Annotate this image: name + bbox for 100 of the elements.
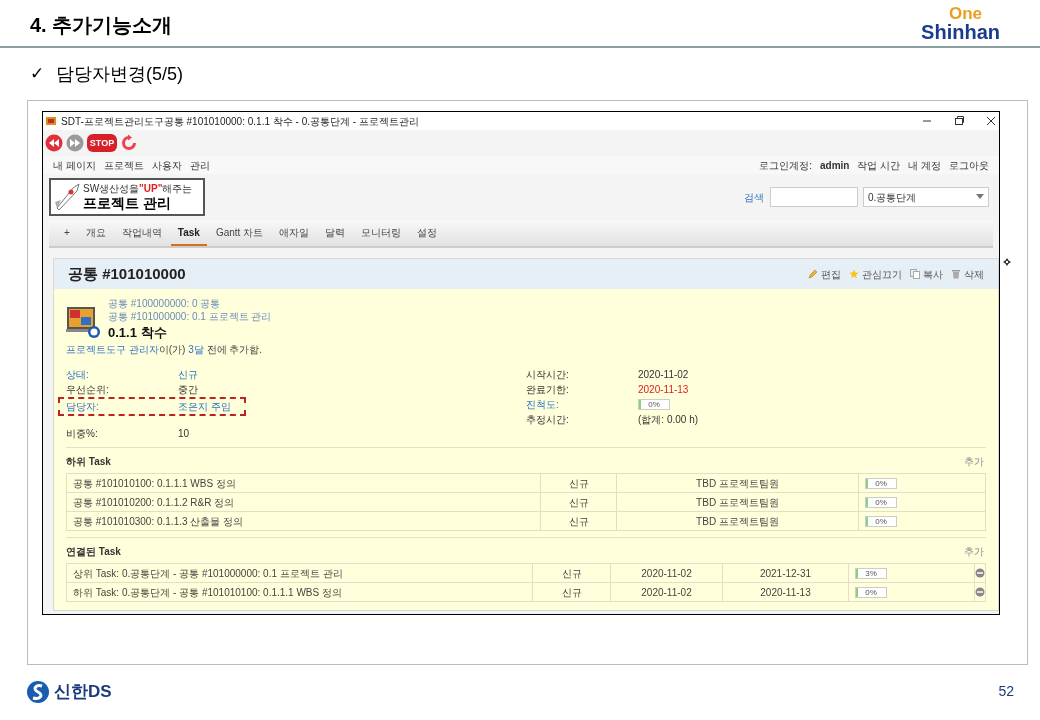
stop-button[interactable]: STOP (87, 134, 117, 152)
table-cell: 신규 (541, 512, 617, 530)
added-text: 전에 추가함. (205, 344, 263, 355)
task-link[interactable]: 하위 Task: 0.공통단계 - 공통 #101010100: 0.1.1.1 WBS 정의 (67, 583, 533, 601)
field-label: 추정시간: (526, 413, 570, 427)
task-subject: 0.1.1 착수 (108, 324, 168, 342)
field-label: 우선순위: (66, 383, 110, 397)
pencil-icon (808, 269, 818, 279)
progress-text: 3% (864, 568, 878, 578)
close-icon (985, 115, 997, 127)
table-cell: 2020-11-02 (611, 583, 723, 601)
field-value: (합계: 0.00 h) (638, 413, 699, 427)
tab[interactable]: 작업내역 (114, 220, 169, 246)
tab[interactable]: Task (170, 220, 207, 246)
table-cell: TBD 프로젝트팀원 (617, 493, 859, 511)
table-cell: 신규 (541, 474, 617, 492)
age-link[interactable]: 3달 (188, 344, 204, 355)
field-label: 담당자: (66, 400, 100, 414)
rewind-button-icon[interactable] (45, 134, 63, 152)
slide-subtitle: 담당자변경(5/5) (56, 62, 183, 86)
field-value: 중간 (178, 383, 198, 397)
parent-task-link[interactable]: 공통 #100000000: 0 공통 (108, 297, 272, 310)
table-cell: TBD 프로젝트팀원 (617, 474, 859, 492)
issue-heading: 공통 #101010000 (68, 263, 187, 284)
field-label: 비중%: (66, 427, 99, 441)
progress-text: 0% (874, 478, 888, 488)
value-link[interactable]: 조은지 주임 (178, 399, 231, 414)
tab[interactable]: Gantt 차트 (208, 220, 271, 246)
action-link[interactable]: 삭제 (964, 266, 984, 282)
task-link[interactable]: 공통 #101010100: 0.1.1.1 WBS 정의 (67, 474, 541, 492)
search-label: 검색 (744, 190, 764, 205)
author-link[interactable]: 프로젝트도구 관리자 (66, 344, 159, 355)
action-link[interactable]: 편집 (821, 266, 841, 282)
table-cell: 신규 (541, 493, 617, 511)
section-title: 하위 Task (66, 455, 111, 469)
action-link[interactable]: 복사 (923, 266, 943, 282)
tab[interactable]: 모니터링 (354, 220, 409, 246)
logo-title: 프로젝트 관리 (83, 196, 172, 210)
field-label: 진척도: (526, 398, 560, 412)
shinhan-emblem-icon (26, 679, 50, 704)
progress-text: 0% (874, 497, 888, 507)
progress-text: 0% (647, 400, 661, 409)
field-label: 시작시간: (526, 368, 570, 382)
table-cell: 2021-12-31 (723, 564, 849, 582)
add-link[interactable]: 추가 (964, 454, 984, 469)
page-number: 52 (998, 682, 1014, 702)
field-value: 2020-11-02 (638, 368, 689, 382)
action-link[interactable]: 관심끄기 (862, 266, 902, 282)
field-value: 2020-11-13 (638, 383, 689, 397)
account-link[interactable]: 내 계정 (908, 157, 941, 173)
tab[interactable]: 달력 (318, 220, 353, 246)
dropdown-caret-icon (976, 194, 984, 200)
menu-link[interactable]: 관리 (189, 157, 210, 173)
maximize-icon (953, 115, 965, 127)
brand-bottom-text: Shinhan (921, 22, 1000, 42)
field-label: 상태: (66, 368, 90, 382)
progress-text: 0% (874, 516, 888, 526)
check-mark: ✓ (30, 63, 44, 86)
table-cell: 신규 (533, 583, 611, 601)
tab[interactable]: 애자일 (272, 220, 317, 246)
logo-tagline: SW생산성을"UP"해주는 (83, 184, 193, 194)
tab[interactable]: 설정 (410, 220, 445, 246)
unlink-icon[interactable] (975, 587, 985, 597)
menu-link[interactable]: 내 페이지 (53, 157, 96, 173)
field-label: 완료기한: (526, 383, 570, 397)
reload-button-icon[interactable] (120, 134, 138, 152)
fast-forward-button-icon[interactable] (66, 134, 84, 152)
menu-link[interactable]: 사용자 (151, 157, 182, 173)
footer-brand: 신한DS (54, 681, 112, 703)
app-icon (45, 115, 57, 127)
tab[interactable]: + (57, 220, 77, 246)
table-cell: 신규 (533, 564, 611, 582)
login-label: 로그인계정: (759, 158, 812, 173)
value-link[interactable]: 신규 (178, 367, 198, 382)
account-link[interactable]: 작업 시간 (857, 157, 901, 173)
brand-top-text: One (948, 5, 983, 22)
table-cell: 2020-11-13 (723, 583, 849, 601)
table-cell: TBD 프로젝트팀원 (617, 512, 859, 530)
tab[interactable]: 개요 (78, 220, 113, 246)
account-link[interactable]: 로그아웃 (949, 157, 989, 173)
slide-title: 4. 추가기능소개 (30, 13, 173, 38)
author-text: 이(가) (158, 344, 187, 355)
user-link[interactable]: admin (820, 157, 850, 173)
task-link[interactable]: 상위 Task: 0.공통단계 - 공통 #101000000: 0.1 프로젝트 관리 (67, 564, 533, 582)
field-value: 10 (178, 427, 190, 441)
add-link[interactable]: 추가 (964, 544, 984, 559)
move-icon (1003, 258, 1011, 266)
task-link[interactable]: 공통 #101010300: 0.1.1.3 산출물 정의 (67, 512, 541, 530)
section-title: 연결된 Task (66, 545, 121, 559)
copy-icon (910, 269, 920, 279)
search-field[interactable] (770, 187, 858, 207)
task-link[interactable]: 공통 #101010200: 0.1.1.2 R&R 정의 (67, 493, 541, 511)
project-dropdown[interactable]: 0.공통단계 (863, 187, 989, 207)
progress-text: 0% (864, 587, 878, 597)
rocket-icon (53, 182, 81, 212)
trash-icon (951, 269, 961, 279)
unlink-icon[interactable] (975, 568, 985, 578)
star-icon (849, 269, 859, 279)
parent-task-link[interactable]: 공통 #101000000: 0.1 프로젝트 관리 (108, 310, 272, 323)
menu-link[interactable]: 프로젝트 (103, 157, 144, 173)
